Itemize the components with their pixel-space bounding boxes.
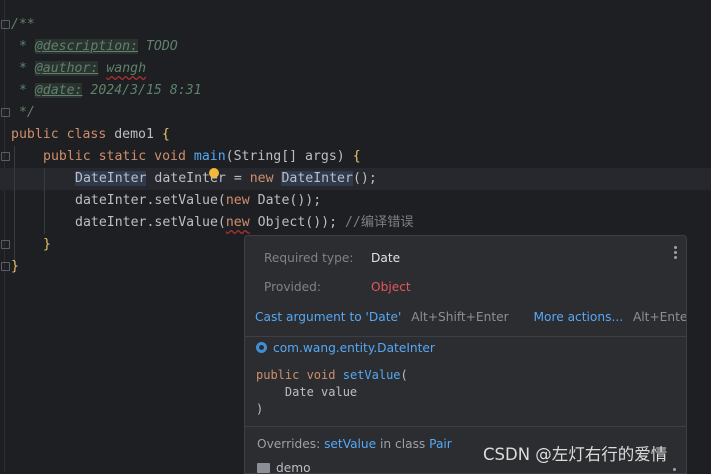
code-line-12: } [11,259,19,274]
divider [245,426,686,427]
more-options-icon[interactable] [674,246,677,261]
doc-tag-date: @date: [34,83,83,98]
quick-fix-actions: Cast argument to 'Date' Alt+Shift+Enter … [255,308,687,326]
cast-shortcut: Alt+Shift+Enter [411,310,509,324]
code-line-9: dateInter.setValue(new Date()); [75,193,322,208]
required-type-value: Date [371,251,401,265]
fold-marker[interactable] [1,262,10,271]
error-underline: new [225,215,250,230]
class-reference: DateInter [281,171,353,186]
class-path-link[interactable]: com.wang.entity.DateInter [273,341,435,355]
overrides-method-link[interactable]: setValue [324,437,376,451]
code-line-6: public class demo1 { [11,127,170,142]
more-options-icon[interactable] [673,468,676,471]
intention-bulb-icon[interactable] [209,168,219,178]
code-line-1: /** [11,17,35,32]
divider [245,336,686,337]
method-signature: public void setValue( Date value ) [256,368,408,416]
class-icon [256,342,267,353]
fold-marker[interactable] [1,20,10,29]
fold-marker[interactable] [1,108,10,117]
required-type-row: Required type: Date [264,251,401,265]
code-line-3: * @author: wangh [11,61,147,76]
overrides-class-link[interactable]: Pair [429,437,452,451]
indent-guide [44,168,45,234]
fold-marker[interactable] [1,152,10,161]
more-actions-link[interactable]: More actions... [534,310,624,324]
watermark: CSDN @左灯右行的爱情 [483,445,668,464]
code-line-10: dateInter.setValue(new Object()); //编译错误 [75,215,414,230]
code-line-8: DateInter dateInter = new DateInter(); [75,171,377,186]
doc-tag-author: @author: [34,61,99,76]
provided-type-row: Provided: Object [264,280,411,294]
code-line-2: * @description: TODO [11,39,178,54]
doc-tag-description: @description: [34,39,139,54]
code-line-11: } [43,237,51,252]
more-actions-shortcut: Alt+Enter [632,310,687,324]
code-line-5: */ [11,105,35,120]
class-reference: DateInter [75,171,147,186]
package-name: demo [276,461,311,474]
editor-gutter [4,0,5,472]
overrides-row: Overrides: setValue in class Pair [257,437,452,451]
provided-type-value: Object [371,280,411,294]
error-tooltip-popup: Required type: Date Provided: Object Cast … [244,235,687,474]
cast-argument-link[interactable]: Cast argument to 'Date' [255,310,401,324]
fold-marker[interactable] [1,240,10,249]
package-row: demo [257,461,311,474]
code-line-7: public static void main(String[] args) { [43,149,361,164]
indent-guide [14,146,15,264]
code-line-4: * @date: 2024/3/15 8:31 [11,83,202,98]
class-path-row: com.wang.entity.DateInter [256,339,435,357]
